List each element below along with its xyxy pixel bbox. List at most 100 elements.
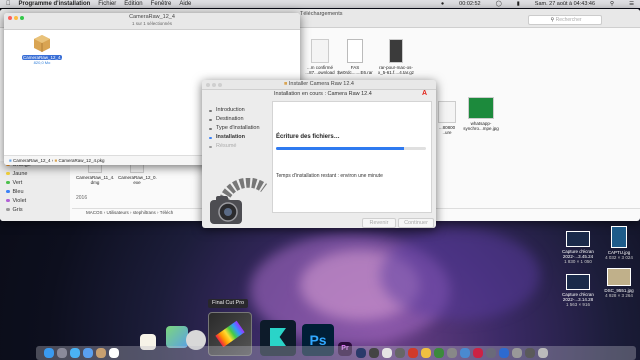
menu-help[interactable]: Aide — [179, 1, 191, 7]
path-segment[interactable]: stephiltrans — [133, 210, 156, 215]
menu-extras: ● 00:02:52 ◯ ▮ Sam. 27 août à 04:43:46 ⚲… — [433, 0, 634, 8]
installer-content: Écriture des fichiers… Temps d'installat… — [272, 101, 432, 213]
menu-window[interactable]: Fenêtre — [151, 1, 172, 7]
path-segment[interactable]: Téléch — [160, 210, 174, 215]
menu-app-name[interactable]: Programme d'installation — [19, 1, 91, 7]
menu-date[interactable]: Sam. 27 août à 04:43:46 — [535, 1, 595, 7]
desktop-file[interactable]: CAPTU.jpg 4 032 × 3 024 — [600, 226, 638, 260]
time-remaining: Temps d'installation restant : environ u… — [276, 173, 383, 179]
battery-icon[interactable]: ▮ — [517, 1, 520, 7]
dock-app-icon[interactable] — [538, 348, 548, 358]
search-field[interactable]: ⚲ Rechercher — [528, 15, 602, 25]
calendar-icon[interactable] — [109, 348, 119, 358]
step-installation: Installation — [202, 133, 272, 142]
dock-app-icon[interactable] — [499, 348, 509, 358]
mail-icon[interactable] — [83, 348, 93, 358]
window-title: Téléchargements — [300, 11, 343, 17]
menu-bar:  Programme d'installation Fichier Éditi… — [0, 0, 640, 8]
recording-time: 00:02:52 — [459, 1, 481, 7]
file-name-sub: dmg — [90, 180, 100, 185]
dock-app-icon[interactable] — [473, 348, 483, 358]
image-thumbnail — [611, 226, 627, 248]
path-segment[interactable]: CameraRaw_12_4.pkg — [59, 158, 105, 163]
tag-purple[interactable]: Violet — [0, 197, 70, 206]
path-segment[interactable]: CameraRaw_12_4 — [13, 158, 51, 163]
dock-app-icon[interactable] — [421, 348, 431, 358]
minimize-button[interactable] — [14, 15, 18, 20]
tag-gray[interactable]: Gris — [0, 206, 70, 215]
file-name-sub: $w0rdc.......E6.rar — [337, 70, 373, 75]
path-segment[interactable]: MACOS — [86, 210, 103, 215]
file-item-selected[interactable]: CameraRaw_12_4.pkg 820,0 Mo — [22, 33, 69, 65]
file-name-sub: ..ure — [442, 130, 452, 135]
archive-file-icon — [389, 39, 403, 63]
maps-icon[interactable] — [166, 326, 188, 348]
screenshot-thumbnail — [566, 274, 590, 290]
installer-steps: Introduction Destination Type d'installa… — [202, 106, 272, 151]
spotlight-icon[interactable]: ⚲ — [610, 1, 614, 7]
contacts-icon[interactable] — [96, 348, 106, 358]
file-dimensions: 4 928 × 3 264 — [605, 293, 633, 298]
wifi-icon[interactable]: ◯ — [496, 1, 502, 7]
desktop-file[interactable]: DSC_9551.jpg 4 928 × 3 264 — [600, 268, 638, 298]
dock-app-icon[interactable] — [408, 348, 418, 358]
dock-app-icon[interactable] — [434, 348, 444, 358]
dock-app-icon[interactable] — [486, 348, 496, 358]
dock-app-icon[interactable] — [356, 348, 366, 358]
file-item[interactable]: ...80800 ..ure — [432, 101, 462, 135]
file-name-sub: ...87...ownload — [305, 70, 335, 75]
step-destination: Destination — [202, 115, 272, 124]
file-dimensions: 1 830 × 1 050 — [564, 259, 592, 264]
file-name-sub: x_5-61.f....4.tar.gz — [377, 70, 415, 75]
menu-edit[interactable]: Édition — [124, 1, 142, 7]
step-install-type: Type d'installation — [202, 124, 272, 133]
launchpad-icon[interactable] — [57, 348, 67, 358]
close-button[interactable] — [206, 82, 210, 87]
package-icon — [34, 35, 50, 52]
continue-button[interactable]: Continuer — [398, 218, 434, 228]
file-dimensions: 4 032 × 3 024 — [605, 255, 633, 260]
file-item[interactable]: rar-pour-mac-os- x_5-61.f....4.tar.gz — [374, 39, 418, 75]
package-small-icon: ■ — [54, 158, 58, 163]
dock-app-icon[interactable] — [382, 348, 392, 358]
dock-app-icon[interactable] — [460, 348, 470, 358]
tag-green[interactable]: Vert — [0, 179, 70, 188]
camera-raw-icon — [210, 178, 268, 224]
close-button[interactable] — [8, 15, 12, 20]
installer-window: ■ Installer Camera Raw 12.4 Installation… — [202, 80, 436, 228]
apple-menu-icon[interactable]:  — [6, 1, 11, 7]
safari-icon[interactable] — [70, 348, 80, 358]
zoom-button[interactable] — [218, 82, 222, 87]
image-thumbnail — [468, 97, 494, 119]
installer-header: Installation en cours : Camera Raw 12.4 — [274, 91, 372, 97]
finder-icon[interactable] — [44, 348, 54, 358]
back-button[interactable]: Revenir — [362, 218, 396, 228]
search-placeholder: Rechercher — [555, 17, 582, 23]
zoom-button[interactable] — [20, 15, 24, 20]
file-thumbnail — [438, 101, 456, 123]
menu-file[interactable]: Fichier — [98, 1, 116, 7]
path-segment[interactable]: Utilisateurs — [107, 210, 129, 215]
dock-app-icon[interactable] — [369, 348, 379, 358]
window-subtitle: 1 sur 1 sélectionnés — [131, 21, 173, 26]
wallpaper-glow — [380, 230, 540, 320]
tag-yellow[interactable]: Jaune — [0, 170, 70, 179]
file-item[interactable]: whatsapp- synchro...mpe.jpg — [462, 97, 500, 131]
desktop-file[interactable]: Capture d'écran 2022-...3.45.24 1 830 × … — [558, 231, 598, 264]
file-item[interactable]: FAS $w0rdc.......E6.rar — [337, 39, 373, 75]
tag-blue[interactable]: Bleu — [0, 188, 70, 197]
dock-app-icon[interactable] — [525, 348, 535, 358]
progress-fill — [276, 147, 404, 150]
dock-app-icon[interactable] — [447, 348, 457, 358]
file-item[interactable]: ...m confirmé ...87...ownload — [300, 39, 340, 75]
minimize-button[interactable] — [212, 82, 216, 87]
dock-app-icon[interactable] — [395, 348, 405, 358]
dock-app-icon[interactable] — [512, 348, 522, 358]
folder-icon: ■ — [9, 158, 12, 163]
record-icon[interactable]: ● — [441, 1, 444, 7]
file-name-sub: synchro...mpe.jpg — [463, 126, 499, 131]
control-center-icon[interactable]: ☰ — [629, 1, 634, 7]
search-icon: ⚲ — [550, 17, 555, 23]
desktop-file[interactable]: Capture d'écran 2022-...3.14.28 1 563 × … — [558, 274, 598, 307]
dock — [36, 346, 636, 360]
